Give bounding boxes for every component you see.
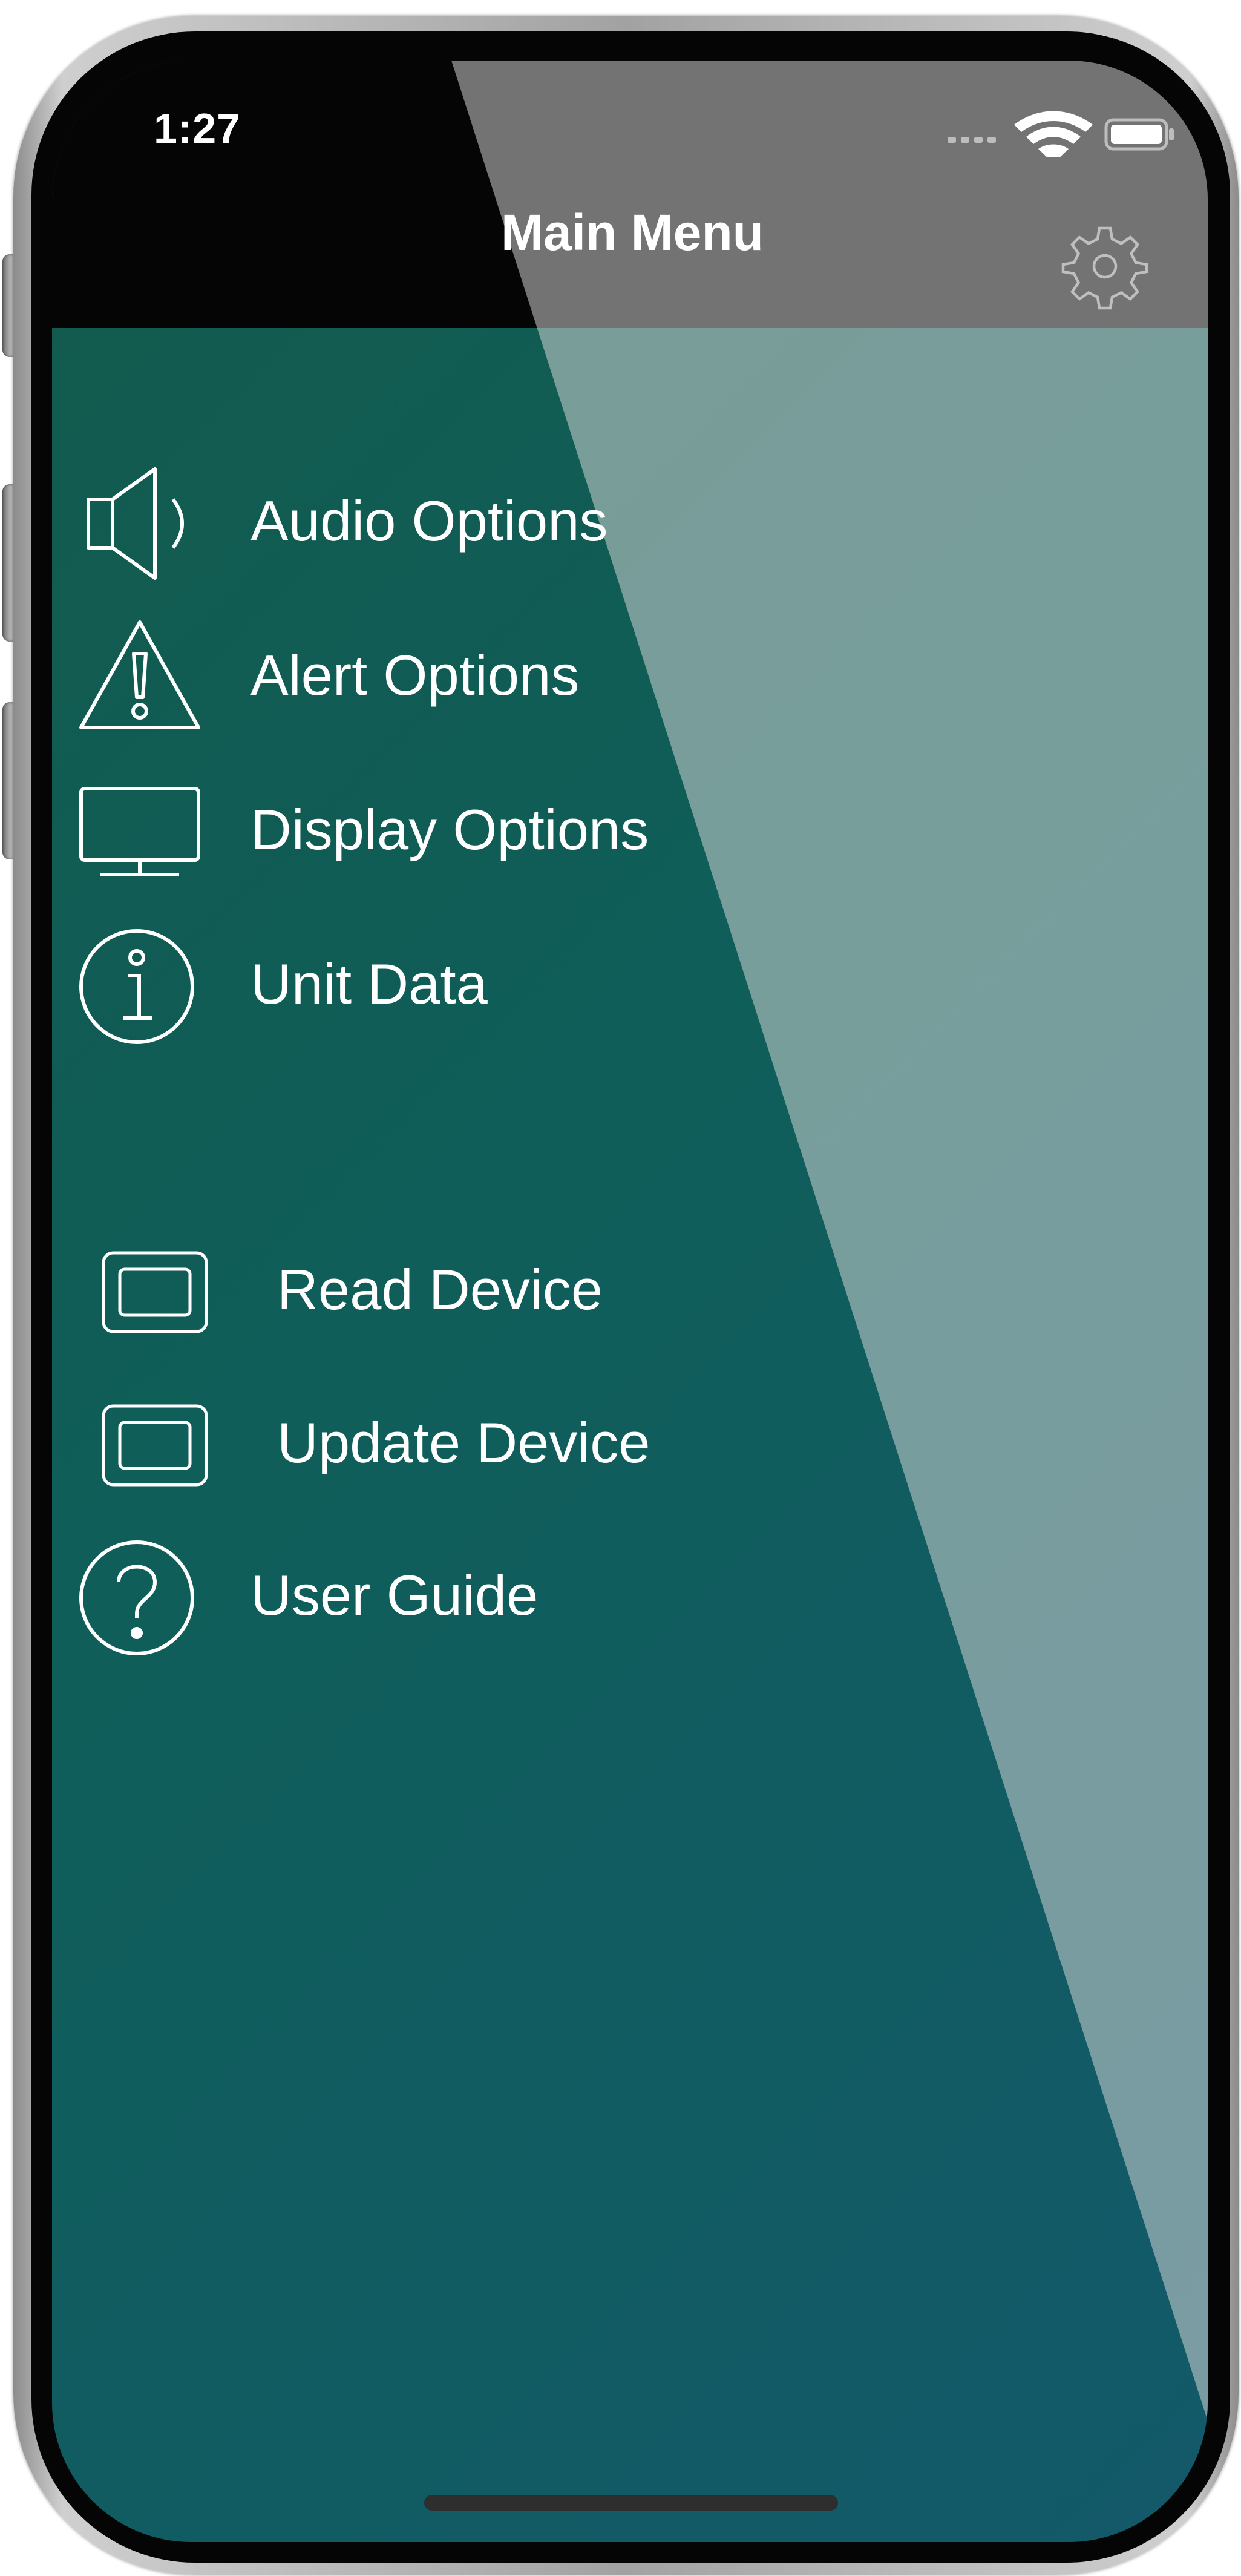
menu-item-audio-options[interactable]: Audio Options (52, 457, 839, 590)
screen: 1:27 Main Menu Audio Options Alert Optio… (52, 61, 1208, 2542)
menu-label-alert-options: Alert Options (250, 643, 580, 707)
menu-item-display-options[interactable]: Display Options (52, 766, 839, 899)
speaker-icon (87, 467, 184, 580)
status-time: 1:27 (154, 105, 241, 152)
battery-icon (1104, 118, 1174, 151)
menu-item-update-device[interactable]: Update Device (52, 1379, 839, 1512)
menu-item-user-guide[interactable]: User Guide (52, 1531, 839, 1664)
menu-label-user-guide: User Guide (250, 1563, 539, 1627)
device-icon (102, 1251, 208, 1333)
menu-label-audio-options: Audio Options (250, 489, 608, 553)
menu-label-unit-data: Unit Data (250, 952, 488, 1016)
menu-label-read-device: Read Device (277, 1258, 603, 1321)
wifi-icon (1014, 111, 1093, 157)
help-circle-icon (79, 1540, 194, 1655)
menu-label-update-device: Update Device (277, 1411, 650, 1474)
gear-icon (1061, 226, 1148, 310)
signal-dots-icon (948, 137, 996, 143)
home-indicator[interactable] (424, 2495, 838, 2511)
warning-triangle-icon (79, 620, 200, 729)
status-icons (948, 111, 1174, 157)
device-icon (102, 1404, 208, 1487)
menu-item-read-device[interactable]: Read Device (52, 1226, 839, 1359)
page-title: Main Menu (501, 204, 764, 261)
settings-button[interactable] (1044, 206, 1165, 327)
menu-label-display-options: Display Options (250, 798, 649, 861)
monitor-icon (79, 787, 200, 876)
info-circle-icon (79, 929, 194, 1044)
menu-item-alert-options[interactable]: Alert Options (52, 611, 839, 744)
menu-item-unit-data[interactable]: Unit Data (52, 920, 839, 1053)
